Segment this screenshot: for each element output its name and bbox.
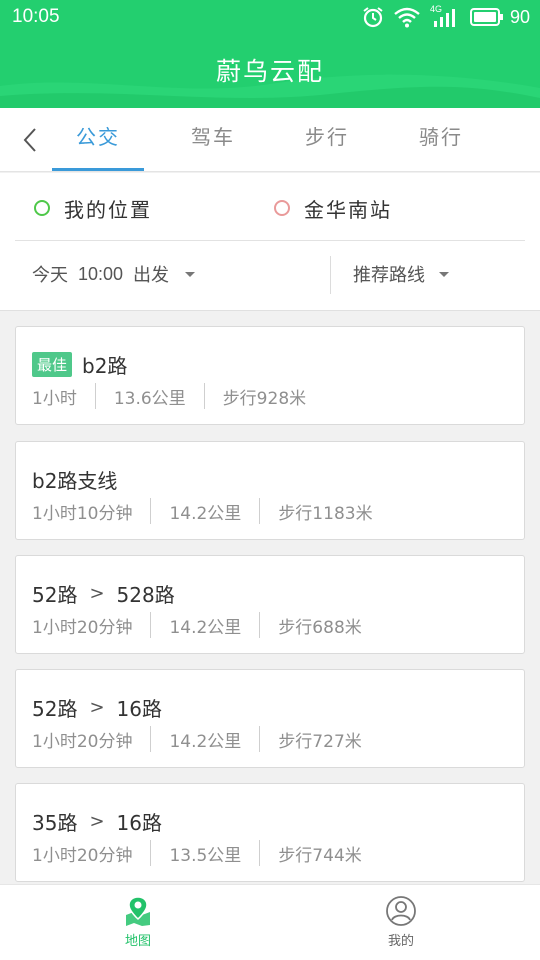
- plan-meta: 1小时10分钟 14.2公里 步行1183米: [32, 498, 391, 524]
- best-badge: 最佳: [32, 351, 73, 377]
- select-divider: [330, 256, 331, 294]
- transfer-arrow: >: [89, 582, 105, 604]
- plan-walk: 步行744米: [278, 845, 362, 866]
- plan-duration: 1小时20分钟: [32, 617, 133, 638]
- destination-field[interactable]: 金华南站: [274, 193, 392, 223]
- signal-bars-icon: [433, 9, 455, 27]
- origin-field[interactable]: 我的位置: [34, 193, 152, 223]
- origin-label: 我的位置: [64, 197, 152, 222]
- plan-title: 52路 >16路: [32, 692, 162, 722]
- plan-meta: 1小时20分钟 13.5公里 步行744米: [32, 840, 380, 866]
- departure-time: 10:00: [78, 263, 124, 284]
- meta-divider: [150, 498, 152, 524]
- plan-distance: 14.2公里: [169, 503, 242, 524]
- back-button[interactable]: [14, 124, 46, 156]
- bus-line-name: 52路: [32, 696, 78, 721]
- wifi-icon: [394, 7, 420, 28]
- nav-mine[interactable]: 我的: [361, 895, 441, 955]
- user-icon: [386, 896, 416, 926]
- meta-divider: [150, 840, 152, 866]
- plan-distance: 14.2公里: [169, 731, 242, 752]
- route-preference-select[interactable]: 推荐路线: [353, 261, 449, 287]
- route-plan-card[interactable]: 52路 >16路 1小时20分钟 14.2公里 步行727米: [15, 669, 525, 768]
- route-plan-card[interactable]: 最佳 b2路 1小时 13.6公里 步行928米: [15, 326, 525, 425]
- plan-title: 52路 >528路: [32, 578, 175, 608]
- cell-signal: 4G: [430, 4, 460, 28]
- bus-line-name: 528路: [116, 582, 175, 607]
- plan-meta: 1小时 13.6公里 步行928米: [32, 383, 324, 409]
- panel-divider: [15, 240, 525, 241]
- plan-walk: 步行688米: [278, 617, 362, 638]
- alarm-icon: [363, 7, 383, 28]
- meta-divider: [259, 612, 261, 638]
- chevron-left-icon: [23, 128, 36, 152]
- plan-distance: 13.6公里: [113, 388, 186, 409]
- departure-day: 今天: [32, 265, 68, 286]
- plan-duration: 1小时10分钟: [32, 503, 133, 524]
- plan-duration: 1小时20分钟: [32, 731, 133, 752]
- departure-action: 出发: [133, 265, 170, 286]
- meta-divider: [259, 726, 261, 752]
- route-plan-card[interactable]: 52路 >528路 1小时20分钟 14.2公里 步行688米: [15, 555, 525, 654]
- map-pin-icon: [126, 896, 150, 926]
- nav-map[interactable]: 地图: [98, 895, 178, 955]
- status-time: 10:05: [12, 6, 60, 27]
- plan-title: b2路支线: [32, 464, 117, 494]
- bus-line-name: 35路: [32, 810, 78, 835]
- meta-divider: [259, 498, 261, 524]
- destination-label: 金华南站: [304, 197, 392, 222]
- caret-down-icon: [185, 271, 196, 277]
- meta-divider: [150, 612, 152, 638]
- plan-meta: 1小时20分钟 14.2公里 步行727米: [32, 726, 380, 752]
- plan-meta: 1小时20分钟 14.2公里 步行688米: [32, 612, 380, 638]
- active-tab-indicator: [52, 168, 144, 171]
- route-preference-label: 推荐路线: [353, 265, 425, 286]
- route-plan-card[interactable]: b2路支线 1小时10分钟 14.2公里 步行1183米: [15, 441, 525, 540]
- plan-distance: 13.5公里: [169, 845, 242, 866]
- plan-walk: 步行1183米: [278, 503, 373, 524]
- nav-mine-label: 我的: [387, 934, 414, 949]
- tab-walk[interactable]: 步行: [281, 108, 373, 172]
- tab-ride[interactable]: 骑行: [395, 108, 487, 172]
- plan-duration: 1小时20分钟: [32, 845, 133, 866]
- battery-level: 90: [509, 6, 530, 27]
- meta-divider: [259, 840, 261, 866]
- bus-line-name: b2路支线: [32, 468, 118, 493]
- caret-down-icon: [439, 271, 449, 277]
- route-plan-card[interactable]: 35路 >16路 1小时20分钟 13.5公里 步行744米: [15, 783, 525, 882]
- plan-distance: 14.2公里: [169, 617, 242, 638]
- app-header: 10:05 4G 90 蔚乌云配: [0, 0, 540, 108]
- route-panel: 我的位置 金华南站 今天 10:00 出发 推荐路线: [0, 173, 540, 311]
- bus-line-name: 16路: [116, 810, 162, 835]
- transfer-arrow: >: [89, 810, 105, 832]
- plan-duration: 1小时: [32, 388, 77, 409]
- departure-time-select[interactable]: 今天 10:00 出发: [32, 261, 196, 287]
- meta-divider: [203, 383, 205, 409]
- bus-line-name: 52路: [32, 582, 78, 607]
- plan-title: 最佳 b2路: [32, 349, 127, 379]
- battery-icon: [469, 8, 503, 26]
- transport-mode-tabs: 公交 驾车 步行 骑行: [0, 108, 540, 172]
- destination-dot-icon: [274, 200, 290, 216]
- tab-drive[interactable]: 驾车: [167, 108, 259, 172]
- bus-line-name: b2路: [82, 353, 128, 378]
- nav-map-label: 地图: [124, 934, 151, 949]
- tab-bus[interactable]: 公交: [52, 108, 144, 172]
- plan-walk: 步行727米: [278, 731, 362, 752]
- meta-divider: [150, 726, 152, 752]
- origin-dot-icon: [34, 200, 50, 216]
- bus-line-name: 16路: [116, 696, 162, 721]
- app-title: 蔚乌云配: [215, 57, 324, 86]
- plan-walk: 步行928米: [222, 388, 307, 409]
- plan-title: 35路 >16路: [32, 806, 162, 836]
- status-bar: 10:05 4G 90: [0, 0, 540, 34]
- meta-divider: [94, 383, 96, 409]
- transfer-arrow: >: [89, 696, 105, 718]
- bottom-nav: 地图 我的: [0, 884, 540, 960]
